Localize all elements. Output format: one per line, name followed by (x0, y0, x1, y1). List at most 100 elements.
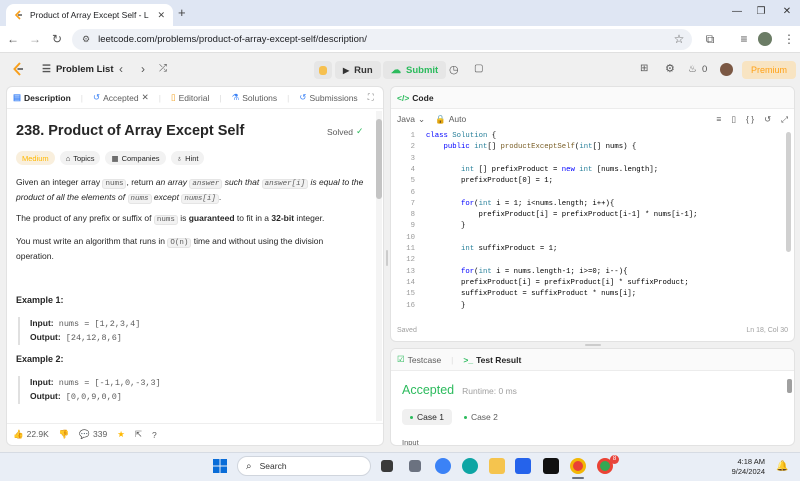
fullscreen-icon[interactable]: ⤢ (781, 114, 788, 125)
share-button[interactable]: ⇱ (135, 429, 142, 440)
tab-description[interactable]: ▤ Description (13, 92, 71, 103)
prev-problem-icon[interactable]: ‹ (119, 62, 123, 76)
format-icon[interactable]: ≡ (716, 114, 721, 124)
language-select[interactable]: Java ⌄ (397, 114, 425, 125)
tab-description-label: Description (24, 92, 71, 103)
code-scrollbar[interactable] (786, 132, 792, 312)
browser-tab-title: Product of Array Except Self - L (30, 10, 149, 20)
browser-menu-icon[interactable]: ⋮ (782, 32, 796, 46)
like-count: 22.9K (26, 429, 49, 439)
result-scrollbar[interactable] (787, 379, 793, 443)
problem-list-button[interactable]: ☰ Problem List (42, 64, 114, 75)
code-scrollbar-thumb[interactable] (786, 132, 791, 252)
braces-icon[interactable]: { } (746, 114, 754, 124)
dislike-button[interactable]: 👎 (59, 429, 70, 440)
panel-resize-handle[interactable] (386, 250, 388, 266)
description-icon: ▤ (13, 92, 22, 102)
desc-text: is (177, 213, 189, 223)
task-view-icon[interactable] (381, 460, 393, 472)
layout-icon[interactable]: ⊞ (640, 63, 648, 74)
comments-button[interactable]: 💬 339 (79, 429, 107, 440)
leetcode-logo-icon[interactable] (12, 62, 25, 76)
extensions-icon[interactable]: ⧉ (703, 32, 717, 46)
profile-avatar[interactable] (758, 32, 772, 46)
help-button[interactable]: ? (152, 430, 157, 440)
shuffle-icon[interactable]: ⤮ (159, 63, 167, 74)
building-icon: ▦ (111, 153, 119, 163)
tab-accepted-close-icon[interactable]: ✕ (142, 92, 149, 103)
auto-label: Auto (448, 113, 467, 124)
widgets-icon[interactable] (409, 460, 421, 472)
premium-button[interactable]: Premium (742, 61, 796, 79)
result-scrollbar-thumb[interactable] (787, 379, 792, 393)
reload-icon[interactable]: ↻ (50, 32, 64, 46)
tab-test-result[interactable]: >_ Test Result (463, 355, 521, 365)
scrollbar-thumb[interactable] (376, 119, 382, 199)
submit-button[interactable]: ☁ Submit (383, 61, 447, 79)
example-1-block: Input: nums = [1,2,3,4] Output: [24,12,8… (18, 317, 140, 345)
new-tab-icon[interactable]: + (178, 5, 186, 20)
description-scrollbar[interactable] (376, 111, 382, 421)
case-2-label: Case 2 (470, 412, 498, 422)
next-problem-icon[interactable]: › (141, 62, 145, 76)
bookmark-icon[interactable]: ▯ (731, 114, 736, 125)
restore-icon[interactable]: ❐ (750, 6, 772, 17)
like-button[interactable]: 👍 22.9K (13, 429, 49, 440)
tab-solutions[interactable]: ⚗ Solutions (232, 92, 278, 103)
tab-code[interactable]: </> Code (397, 93, 434, 103)
case-1-tab[interactable]: Case 1 (402, 409, 452, 425)
microsoft-store-icon[interactable] (515, 458, 531, 474)
close-window-icon[interactable]: ✕ (776, 6, 798, 17)
file-explorer-icon[interactable] (489, 458, 505, 474)
tab-submissions[interactable]: ↺ Submissions (299, 92, 357, 103)
user-avatar[interactable] (720, 63, 733, 76)
code-editor[interactable]: 1 class Solution {2 public int[] productE… (391, 132, 786, 317)
windows-start-icon[interactable] (213, 459, 227, 473)
tab-close-icon[interactable]: ✕ (157, 10, 165, 21)
line-number: 11 (406, 245, 415, 253)
minimize-icon[interactable]: — (726, 6, 748, 17)
intellij-icon[interactable] (543, 458, 559, 474)
edge-browser-icon[interactable] (462, 458, 478, 474)
tab-editorial[interactable]: ▯ Editorial (171, 92, 209, 103)
streak-counter[interactable]: ♨ 0 (688, 64, 707, 75)
run-label: Run (354, 64, 373, 76)
media-controls-icon[interactable]: ≡ (737, 32, 751, 46)
desc-bold-text: guaranteed (188, 213, 235, 223)
example-1-title: Example 1: (16, 295, 64, 305)
forward-icon[interactable]: → (28, 32, 42, 46)
case-2-tab[interactable]: Case 2 (460, 409, 502, 425)
chrome-icon[interactable] (570, 458, 586, 474)
back-icon[interactable]: ← (6, 32, 20, 46)
taskbar-search-box[interactable]: ⌕ Search (237, 456, 371, 476)
timer-icon[interactable]: ◷ (449, 63, 459, 76)
bookmark-star-icon[interactable]: ☆ (672, 32, 686, 46)
line-number: 8 (410, 211, 415, 220)
chat-icon[interactable] (435, 458, 451, 474)
vertical-resize-handle[interactable] (585, 344, 601, 346)
hint-tag[interactable]: ♁ Hint (170, 151, 205, 165)
notes-icon[interactable]: ▢ (474, 63, 483, 74)
taskbar-search-placeholder: Search (259, 461, 287, 471)
favorite-button[interactable]: ★ (117, 429, 125, 440)
system-clock[interactable]: 4:18 AM 9/24/2024 (725, 457, 765, 477)
tab-testcase[interactable]: ☑ Testcase (397, 354, 441, 365)
tab-accepted[interactable]: ↺ Accepted ✕ (93, 92, 149, 103)
question-icon: ? (151, 429, 157, 440)
line-number: 13 (406, 267, 415, 276)
maximize-panel-icon[interactable]: ⛶ (368, 92, 374, 103)
desc-text: You must write an algorithm that runs in (16, 236, 168, 246)
address-bar[interactable]: ⚙ leetcode.com/problems/product-of-array… (72, 29, 692, 50)
companies-label: Companies (121, 153, 160, 163)
line-number: 10 (406, 233, 415, 242)
auto-mode-toggle[interactable]: 🔒 Auto (435, 114, 466, 125)
debug-button[interactable] (314, 61, 332, 79)
settings-gear-icon[interactable]: ⚙ (665, 62, 675, 75)
reset-code-icon[interactable]: ↺ (764, 114, 771, 125)
notifications-icon[interactable]: 🔔 (776, 461, 788, 472)
companies-tag[interactable]: ▦ Companies (105, 151, 166, 165)
run-button[interactable]: ▶ Run (335, 61, 381, 79)
topics-tag[interactable]: ⌂ Topics (59, 151, 101, 165)
site-info-icon[interactable]: ⚙ (82, 34, 90, 45)
browser-tab[interactable]: Product of Array Except Self - L ✕ (6, 4, 173, 26)
